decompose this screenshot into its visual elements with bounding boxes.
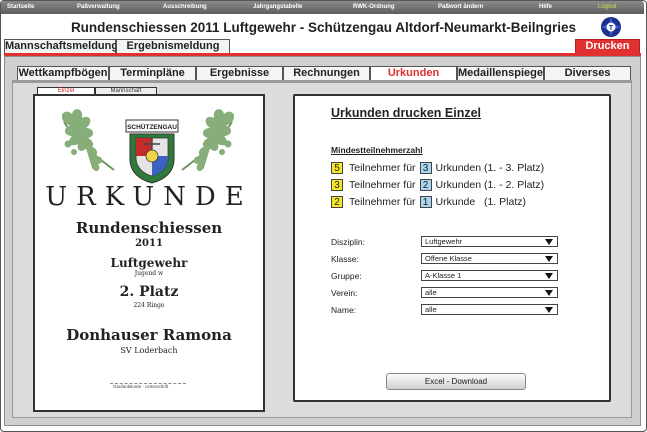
chevron-down-icon — [545, 307, 553, 313]
page-title: Rundenschiessen 2011 Luftgewehr - Schütz… — [70, 20, 577, 35]
signature-text: Gaufunktionär · Unterschrift — [113, 384, 169, 389]
tab-drucken[interactable]: Drucken — [575, 39, 640, 53]
gruppe-value: A-Klasse 1 — [425, 271, 462, 280]
klasse-value: Offene Klasse — [425, 254, 472, 263]
disziplin-label: Disziplin: — [331, 237, 366, 247]
tab-ergebnisse[interactable]: Ergebnisse — [196, 66, 283, 81]
certificate-name: Donhauser Ramona — [66, 326, 232, 344]
chevron-down-icon — [545, 290, 553, 296]
certificate-class: Jugend w — [134, 270, 164, 277]
print-settings-panel — [293, 94, 611, 402]
rule-text: Urkunde (1. Platz) — [435, 195, 526, 208]
svg-text:T: T — [609, 25, 614, 32]
tab-medaillenspiegel[interactable]: Medaillenspiegel — [457, 66, 546, 81]
rule-row: 2 Teilnehmer für 1 Urkunde (1. Platz) — [331, 195, 526, 208]
rule-text: Teilnehmer für — [349, 178, 416, 191]
klasse-label: Klasse: — [331, 254, 359, 264]
club-crest-icon: SCHÜTZENGAU — [125, 119, 179, 184]
certificate-club: SV Loderbach — [120, 346, 178, 355]
nav-startseite[interactable]: Startseite — [7, 4, 34, 10]
panel-title: Urkunden drucken Einzel — [331, 106, 482, 120]
rule-row: 5 Teilnehmer für 3 Urkunden (1. - 3. Pla… — [331, 161, 544, 174]
gau-logo-icon: T — [601, 17, 621, 37]
chevron-down-icon — [545, 256, 553, 262]
certs-badge: 1 — [419, 195, 432, 208]
excel-download-button[interactable]: Excel - Download — [386, 373, 526, 390]
name-select[interactable]: alle — [421, 304, 558, 315]
certs-badge: 2 — [419, 178, 432, 191]
tab-ergebnismeldung[interactable]: Ergebnismeldung — [116, 39, 230, 53]
name-value: alle — [425, 305, 437, 314]
verein-label: Verein: — [331, 288, 358, 298]
certificate-score: 224 Ringe — [133, 302, 165, 309]
participants-badge: 2 — [331, 195, 343, 208]
rule-row: 3 Teilnehmer für 2 Urkunden (1. - 2. Pla… — [331, 178, 544, 191]
certificate-event: Rundenschiessen — [75, 219, 223, 237]
verein-select[interactable]: alle — [421, 287, 558, 298]
certificate-place: 2. Platz — [119, 284, 179, 300]
nav-rwk-ordnung[interactable]: RWK-Ordnung — [353, 4, 395, 10]
rule-text: Urkunden (1. - 2. Platz) — [435, 178, 545, 191]
nav-passwort-aendern[interactable]: Paßwort ändern — [438, 4, 483, 10]
certificate-year: 2011 — [135, 238, 163, 249]
tab-wettkampfboegen[interactable]: Wettkampfbögen — [17, 66, 109, 81]
rule-text: Urkunden (1. - 3. Platz) — [435, 161, 545, 174]
tab-mannschaftsmeldung[interactable]: Mannschaftsmeldung — [4, 39, 118, 53]
nav-logout[interactable]: Logout — [598, 4, 616, 10]
svg-text:SCHÜTZENGAU: SCHÜTZENGAU — [127, 122, 177, 131]
participants-badge: 5 — [331, 161, 343, 174]
tab-terminplaene[interactable]: Terminpläne — [109, 66, 196, 81]
nav-hilfe[interactable]: Hilfe — [539, 4, 552, 10]
certs-badge: 3 — [419, 161, 432, 174]
disziplin-value: Luftgewehr — [425, 237, 463, 246]
disziplin-select[interactable]: Luftgewehr — [421, 236, 558, 247]
tab-rechnungen[interactable]: Rechnungen — [283, 66, 370, 81]
top-navigation: Startseite Paßverwaltung Ausschreibung J… — [1, 1, 644, 14]
chevron-down-icon — [545, 273, 553, 279]
nav-passverwaltung[interactable]: Paßverwaltung — [77, 4, 120, 10]
tab-urkunden[interactable]: Urkunden — [370, 66, 457, 81]
oak-leaf-left-icon — [61, 109, 115, 171]
certificate-heading: URKUNDE — [45, 182, 253, 212]
participants-badge: 3 — [331, 178, 343, 191]
certificate-discipline: Luftgewehr — [110, 256, 188, 270]
verein-value: alle — [425, 288, 437, 297]
tab-diverses[interactable]: Diverses — [544, 66, 631, 81]
rule-text: Teilnehmer für — [349, 195, 416, 208]
nav-jahrgangstabelle[interactable]: Jahrgangstabelle — [253, 4, 302, 10]
oak-leaf-right-icon — [181, 109, 235, 171]
panel-subtitle: Mindestteilnehmerzahl — [331, 145, 423, 155]
klasse-select[interactable]: Offene Klasse — [421, 253, 558, 264]
rule-text: Teilnehmer für — [349, 161, 416, 174]
name-label: Name: — [331, 305, 357, 315]
gruppe-label: Gruppe: — [331, 271, 362, 281]
chevron-down-icon — [545, 239, 553, 245]
gruppe-select[interactable]: A-Klasse 1 — [421, 270, 558, 281]
nav-ausschreibung[interactable]: Ausschreibung — [163, 4, 207, 10]
